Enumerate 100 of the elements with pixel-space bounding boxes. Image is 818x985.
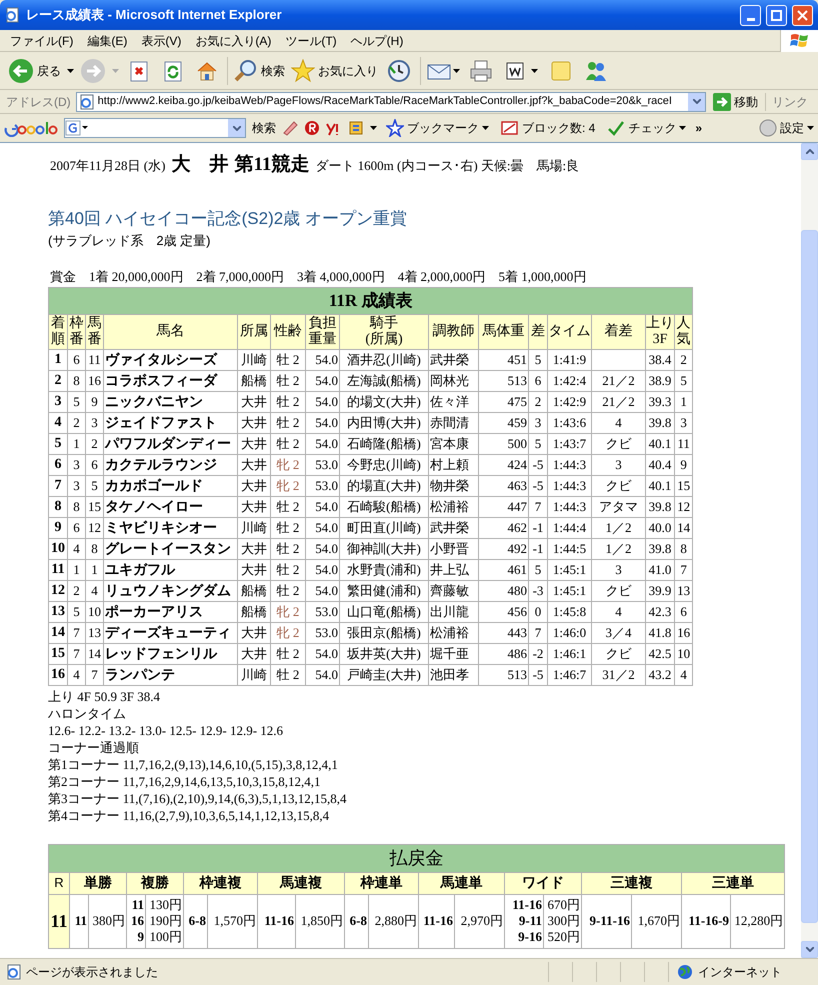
column-header: 調教師 <box>428 314 478 349</box>
table-cell: 39.3 <box>646 391 674 412</box>
close-icon <box>797 10 808 20</box>
table-cell: 513 <box>478 664 528 685</box>
settings-button[interactable]: 設定 <box>759 119 814 137</box>
search-field[interactable] <box>64 118 246 138</box>
menu-item[interactable]: ヘルプ(H) <box>344 32 410 50</box>
search-button[interactable]: 検索 <box>234 58 285 82</box>
pencil-icon <box>282 119 298 137</box>
back-button[interactable]: 戻る <box>8 58 61 84</box>
puzzle-button[interactable] <box>348 119 364 137</box>
favorites-button[interactable]: お気に入り <box>291 58 378 82</box>
table-cell: 1:45:8 <box>548 601 592 622</box>
table-cell: 9 <box>86 391 104 412</box>
table-cell: 船橋 <box>238 601 270 622</box>
table-cell: 3 <box>68 454 86 475</box>
table-cell: 石崎駿(船橋) <box>340 496 428 517</box>
stop-icon <box>128 60 150 82</box>
table-cell: 1:45:1 <box>548 580 592 601</box>
refresh-icon <box>162 60 184 82</box>
page-icon <box>5 7 21 23</box>
r-badge-button[interactable] <box>304 119 320 137</box>
table-cell: 1:42:9 <box>548 391 592 412</box>
maximize-button[interactable] <box>766 4 787 26</box>
table-cell: 11 <box>48 559 68 580</box>
dropdown-button[interactable] <box>688 92 705 110</box>
table-cell: 1 <box>86 559 104 580</box>
table-cell: 1:44:5 <box>548 538 592 559</box>
security-zone: インターネット <box>698 964 782 981</box>
table-cell: 11-16 <box>258 894 296 948</box>
table-cell: 513 <box>478 370 528 391</box>
minimize-button[interactable] <box>740 4 761 26</box>
table-cell: 53.0 <box>306 601 340 622</box>
table-cell: 4 <box>592 601 646 622</box>
menu-item[interactable]: 編集(E) <box>81 32 134 50</box>
pencil-button[interactable] <box>282 119 298 137</box>
table-cell: 12 <box>674 496 693 517</box>
go-button[interactable]: 移動 <box>709 92 762 110</box>
table-cell: 2 <box>528 391 548 412</box>
bookmarks-button[interactable]: ブックマーク <box>383 119 492 137</box>
table-cell: 16 <box>674 622 693 643</box>
table-cell: 53.0 <box>306 454 340 475</box>
dropdown-caret-icon <box>531 68 538 72</box>
dropdown-caret-icon <box>112 68 119 72</box>
table-cell: 1／2 <box>592 517 646 538</box>
table-cell: 456 <box>478 601 528 622</box>
table-cell: 3／4 <box>592 622 646 643</box>
table-cell: 4 <box>674 664 693 685</box>
menu-item[interactable]: お気に入り(A) <box>189 32 278 50</box>
race-date: 2007年11月28日 (水) <box>50 157 166 175</box>
table-cell: 130円 190円 100円 <box>146 894 184 948</box>
more-button[interactable]: » <box>695 119 753 137</box>
links-label[interactable]: リンク <box>765 92 814 110</box>
venue-name: 大 井 <box>171 153 228 177</box>
note-line: 第2コーナー 11,7,16,2,9,14,6,13,5,10,3,15,8,12,4,1 <box>48 772 322 790</box>
table-cell: 大井 <box>238 643 270 664</box>
table-cell: 5 <box>86 475 104 496</box>
table-cell: 40.1 <box>646 475 674 496</box>
menu-item[interactable]: ファイル(F) <box>4 32 80 50</box>
table-cell: 42.3 <box>646 601 674 622</box>
table-title: 払戻金 <box>48 844 785 872</box>
menu-item[interactable]: ツール(T) <box>279 32 343 50</box>
table-cell: 水野貴(浦和) <box>340 559 428 580</box>
table-cell: 山口竜(船橋) <box>340 601 428 622</box>
spell-check-button[interactable]: チェック <box>604 119 690 137</box>
table-cell: ディーズキューティ <box>104 622 238 643</box>
dropdown-caret-icon <box>807 126 814 130</box>
table-cell: 0 <box>528 601 548 622</box>
table-cell: グレートイースタン <box>104 538 238 559</box>
table-cell: パワフルダンディー <box>104 433 238 454</box>
column-header: 馬連複 <box>258 872 344 894</box>
table-cell: 左海誠(船橋) <box>340 370 428 391</box>
table-cell: 12 <box>48 580 68 601</box>
table-cell: 5 <box>528 559 548 580</box>
table-cell: 16 <box>48 664 68 685</box>
dropdown-button[interactable] <box>228 119 245 137</box>
note-line: コーナー通過順 <box>48 738 140 756</box>
scroll-down-button[interactable] <box>801 941 818 958</box>
menu-item[interactable]: 表示(V) <box>135 32 188 50</box>
table-cell: -3 <box>528 580 548 601</box>
table-cell: 6 <box>68 349 86 370</box>
table-cell: 459 <box>478 412 528 433</box>
table-cell: 6 <box>68 517 86 538</box>
table-cell: 5 <box>528 349 548 370</box>
table-cell: 石崎隆(船橋) <box>340 433 428 454</box>
address-field[interactable]: http://www2.keiba.go.jp/keibaWeb/PageFlows/RaceMarkTable/RaceMarkTableController.jpf?k_babaCode=20&k_raceI <box>76 92 706 112</box>
scroll-up-button[interactable] <box>801 143 818 160</box>
table-cell: 11 16 9 <box>126 894 146 948</box>
dropdown-caret-icon <box>453 68 460 72</box>
table-cell: -5 <box>528 454 548 475</box>
table-cell: 6-8 <box>184 894 208 948</box>
race-subtitle: (サラブレッド系 2歳 定量) <box>48 232 212 250</box>
close-button[interactable] <box>792 4 813 26</box>
table-cell: 戸崎圭(大井) <box>340 664 428 685</box>
table-cell: リュウノキングダム <box>104 580 238 601</box>
table-cell: 大井 <box>238 622 270 643</box>
table-cell: 川崎 <box>238 517 270 538</box>
popup-blocker-button[interactable]: ブロック数: 4 <box>498 119 598 137</box>
search-button[interactable]: 検索 <box>252 119 276 137</box>
table-cell: コラボスフィーダ <box>104 370 238 391</box>
